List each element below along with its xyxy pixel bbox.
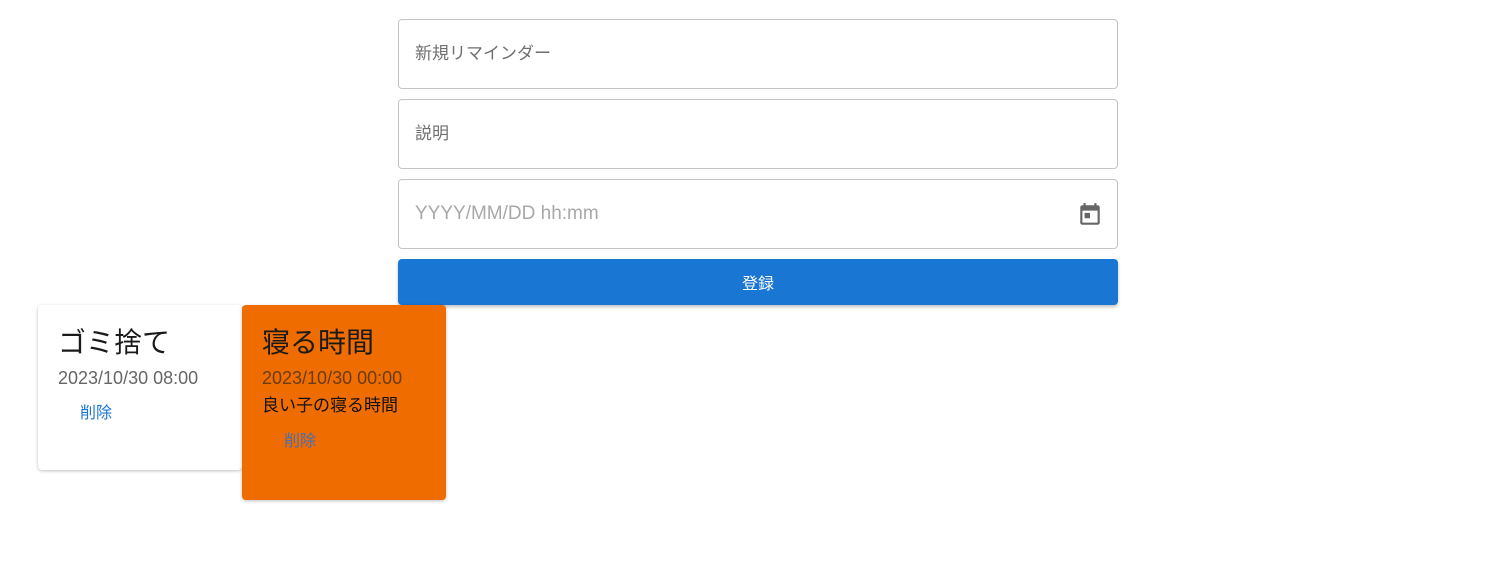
reminder-card: ゴミ捨て 2023/10/30 08:00 削除 xyxy=(38,305,242,470)
description-input[interactable] xyxy=(399,100,1117,168)
description-field-wrapper xyxy=(398,99,1118,169)
register-button[interactable]: 登録 xyxy=(398,259,1118,305)
title-input[interactable] xyxy=(399,20,1117,88)
datetime-input[interactable] xyxy=(399,180,1117,248)
reminder-list: ゴミ捨て 2023/10/30 08:00 削除 寝る時間 2023/10/30… xyxy=(38,305,446,500)
reminder-description: 良い子の寝る時間 xyxy=(262,396,398,416)
datetime-field-wrapper xyxy=(398,179,1118,249)
reminder-title: ゴミ捨て xyxy=(58,326,171,359)
reminder-datetime: 2023/10/30 08:00 xyxy=(58,368,199,388)
reminder-form: 登録 xyxy=(398,19,1118,305)
title-field-wrapper xyxy=(398,19,1118,89)
reminder-card: 寝る時間 2023/10/30 00:00 良い子の寝る時間 削除 xyxy=(242,305,446,500)
calendar-icon[interactable] xyxy=(1077,202,1103,228)
reminder-title: 寝る時間 xyxy=(262,326,375,359)
delete-button[interactable]: 削除 xyxy=(80,399,112,423)
reminder-datetime: 2023/10/30 00:00 xyxy=(262,368,403,388)
delete-button[interactable]: 削除 xyxy=(284,427,316,451)
